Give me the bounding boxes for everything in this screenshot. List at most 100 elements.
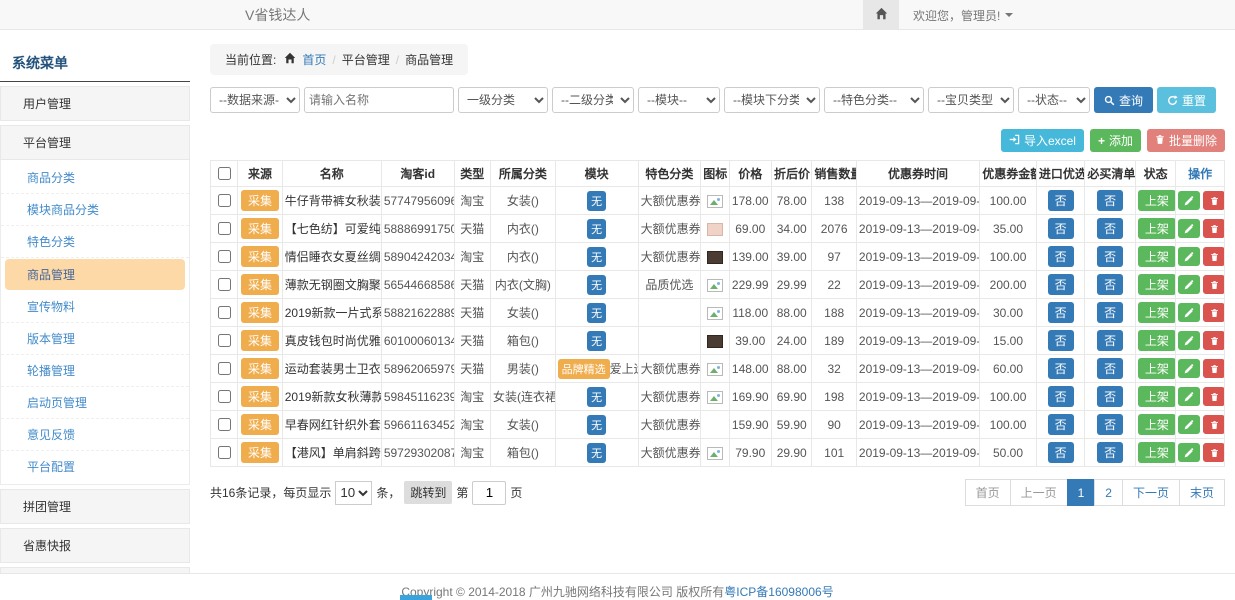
delete-button[interactable] <box>1203 443 1224 462</box>
sidebar-subitem-goods-category[interactable]: 商品分类 <box>1 162 189 194</box>
add-button[interactable]: + 添加 <box>1090 129 1141 152</box>
must-buy-toggle-badge[interactable]: 否 <box>1097 218 1123 239</box>
sidebar-subitem-goods-manage[interactable]: 商品管理 <box>5 259 185 290</box>
module-select[interactable]: --模块-- <box>638 87 720 113</box>
must-buy-toggle-badge[interactable]: 否 <box>1097 414 1123 435</box>
page-number-input[interactable] <box>472 481 506 505</box>
edit-button[interactable] <box>1178 275 1200 294</box>
feature-select[interactable]: --特色分类-- <box>824 87 924 113</box>
import-toggle-badge[interactable]: 否 <box>1048 274 1074 295</box>
delete-button[interactable] <box>1203 331 1224 350</box>
category1-select[interactable]: 一级分类 <box>458 87 548 113</box>
reset-button[interactable]: 重置 <box>1157 87 1216 113</box>
must-buy-toggle-badge[interactable]: 否 <box>1097 386 1123 407</box>
row-checkbox[interactable] <box>218 250 231 263</box>
status-badge[interactable]: 上架 <box>1138 246 1176 267</box>
module-badge[interactable]: 无 <box>587 219 606 239</box>
pager-prev[interactable]: 上一页 <box>1010 479 1068 506</box>
status-badge[interactable]: 上架 <box>1138 302 1176 323</box>
sidebar-subitem-module-goods-category[interactable]: 模块商品分类 <box>1 194 189 226</box>
sidebar-subitem-feedback[interactable]: 意见反馈 <box>1 419 189 451</box>
edit-button[interactable] <box>1178 303 1200 322</box>
row-checkbox[interactable] <box>218 362 231 375</box>
import-toggle-badge[interactable]: 否 <box>1048 302 1074 323</box>
data-source-select[interactable]: --数据来源-- <box>210 87 300 113</box>
sidebar-subitem-platform-config[interactable]: 平台配置 <box>1 451 189 482</box>
jump-button[interactable]: 跳转到 <box>404 481 452 504</box>
edit-button[interactable] <box>1178 247 1200 266</box>
delete-button[interactable] <box>1203 275 1224 294</box>
import-toggle-badge[interactable]: 否 <box>1048 190 1074 211</box>
must-buy-toggle-badge[interactable]: 否 <box>1097 274 1123 295</box>
row-checkbox[interactable] <box>218 390 231 403</box>
name-input[interactable] <box>304 87 454 113</box>
import-toggle-badge[interactable]: 否 <box>1048 246 1074 267</box>
sidebar-item-users[interactable]: 用户管理 <box>0 86 190 121</box>
delete-button[interactable] <box>1203 247 1224 266</box>
icp-link[interactable]: 粤ICP备16098006号 <box>724 585 833 599</box>
module-sub-select[interactable]: --模块下分类-- <box>724 87 820 113</box>
edit-button[interactable] <box>1178 387 1200 406</box>
module-badge[interactable]: 无 <box>587 247 606 267</box>
status-badge[interactable]: 上架 <box>1138 218 1176 239</box>
edit-button[interactable] <box>1178 219 1200 238</box>
sidebar-subitem-feature-category[interactable]: 特色分类 <box>1 226 189 258</box>
import-toggle-badge[interactable]: 否 <box>1048 358 1074 379</box>
delete-button[interactable] <box>1203 359 1224 378</box>
status-select[interactable]: --状态-- <box>1018 87 1090 113</box>
status-badge[interactable]: 上架 <box>1138 274 1176 295</box>
batch-delete-button[interactable]: 批量删除 <box>1147 129 1225 152</box>
module-badge[interactable]: 无 <box>587 303 606 323</box>
category2-select[interactable]: --二级分类-- <box>552 87 634 113</box>
pager-page-2[interactable]: 2 <box>1094 479 1123 506</box>
import-excel-button[interactable]: 导入excel <box>1001 129 1084 152</box>
row-checkbox[interactable] <box>218 222 231 235</box>
module-badge[interactable]: 无 <box>587 191 606 211</box>
search-button[interactable]: 查询 <box>1094 87 1153 113</box>
module-badge[interactable]: 品牌精选 <box>558 359 610 379</box>
pager-last[interactable]: 末页 <box>1179 479 1225 506</box>
sidebar-item-platform[interactable]: 平台管理 <box>0 125 190 160</box>
sidebar-subitem-splash-manage[interactable]: 启动页管理 <box>1 387 189 419</box>
sidebar-item-group-buy[interactable]: 拼团管理 <box>0 489 190 524</box>
breadcrumb-home-link[interactable]: 首页 <box>302 51 326 68</box>
row-checkbox[interactable] <box>218 194 231 207</box>
sidebar-subitem-carousel-manage[interactable]: 轮播管理 <box>1 355 189 387</box>
delete-button[interactable] <box>1203 415 1224 434</box>
pager-next[interactable]: 下一页 <box>1122 479 1180 506</box>
user-dropdown[interactable]: 欢迎您，管理员! <box>899 0 1027 30</box>
must-buy-toggle-badge[interactable]: 否 <box>1097 246 1123 267</box>
module-badge[interactable]: 无 <box>587 415 606 435</box>
item-type-select[interactable]: --宝贝类型-- <box>928 87 1014 113</box>
home-nav-button[interactable] <box>863 0 899 30</box>
edit-button[interactable] <box>1178 443 1200 462</box>
edit-button[interactable] <box>1178 191 1200 210</box>
row-checkbox[interactable] <box>218 418 231 431</box>
row-checkbox[interactable] <box>218 446 231 459</box>
module-badge[interactable]: 无 <box>587 331 606 351</box>
module-badge[interactable]: 无 <box>587 443 606 463</box>
sidebar-subitem-promo-material[interactable]: 宣传物料 <box>1 291 189 323</box>
status-badge[interactable]: 上架 <box>1138 386 1176 407</box>
row-checkbox[interactable] <box>218 278 231 291</box>
per-page-select[interactable]: 10 <box>335 481 372 505</box>
status-badge[interactable]: 上架 <box>1138 190 1176 211</box>
sidebar-subitem-version-manage[interactable]: 版本管理 <box>1 323 189 355</box>
status-badge[interactable]: 上架 <box>1138 442 1176 463</box>
import-toggle-badge[interactable]: 否 <box>1048 386 1074 407</box>
edit-button[interactable] <box>1178 331 1200 350</box>
must-buy-toggle-badge[interactable]: 否 <box>1097 358 1123 379</box>
import-toggle-badge[interactable]: 否 <box>1048 414 1074 435</box>
must-buy-toggle-badge[interactable]: 否 <box>1097 330 1123 351</box>
module-badge[interactable]: 无 <box>587 275 606 295</box>
must-buy-toggle-badge[interactable]: 否 <box>1097 442 1123 463</box>
edit-button[interactable] <box>1178 415 1200 434</box>
pager-first[interactable]: 首页 <box>965 479 1011 506</box>
pager-page-1[interactable]: 1 <box>1067 479 1096 506</box>
edit-button[interactable] <box>1178 359 1200 378</box>
select-all-checkbox[interactable] <box>218 167 231 180</box>
delete-button[interactable] <box>1203 387 1224 406</box>
row-checkbox[interactable] <box>218 334 231 347</box>
status-badge[interactable]: 上架 <box>1138 330 1176 351</box>
import-toggle-badge[interactable]: 否 <box>1048 330 1074 351</box>
